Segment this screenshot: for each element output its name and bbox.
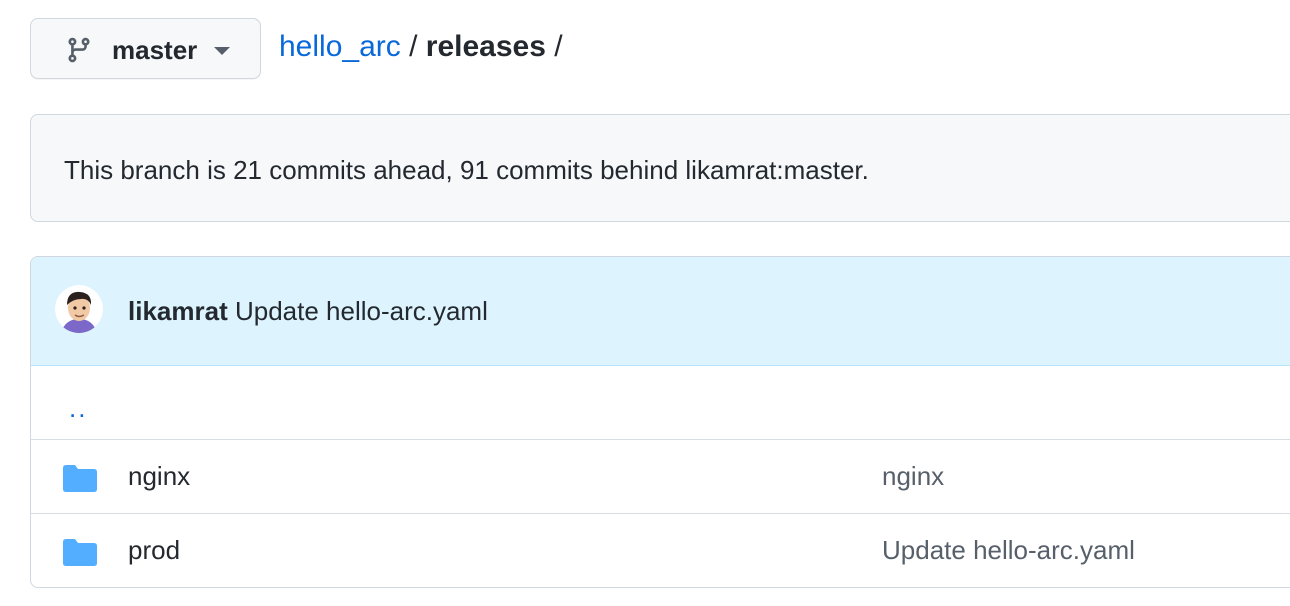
branch-selector-button[interactable]: master [30,18,261,79]
breadcrumb: hello_arc / releases / [279,30,563,64]
file-name-link[interactable]: nginx [128,461,190,492]
file-row-nginx: nginx nginx [31,439,1290,514]
latest-commit-row: likamrat Update hello-arc.yaml [31,257,1290,366]
folder-icon [63,539,97,566]
parent-directory-row: .. [31,365,1290,440]
chevron-down-icon [214,47,230,55]
file-commit-message-link[interactable]: Update hello-arc.yaml [882,535,1135,566]
breadcrumb-repo-link[interactable]: hello_arc [279,30,401,63]
branch-status-box: This branch is 21 commits ahead, 91 comm… [30,114,1290,222]
file-row-prod: prod Update hello-arc.yaml [31,513,1290,587]
branch-name: master [112,35,198,65]
file-commit-message-link[interactable]: nginx [882,461,944,492]
file-name-link[interactable]: prod [128,535,180,566]
breadcrumb-trailing-separator: / [554,30,563,63]
file-listing: likamrat Update hello-arc.yaml .. nginx … [30,256,1290,588]
latest-commit-text: likamrat Update hello-arc.yaml [128,296,488,327]
commit-author-link[interactable]: likamrat [128,296,228,326]
parent-directory-link[interactable]: .. [69,393,87,424]
breadcrumb-separator: / [409,30,418,63]
commit-message-link[interactable]: Update hello-arc.yaml [235,296,488,326]
avatar[interactable] [55,285,103,333]
git-branch-icon [68,37,90,63]
branch-status-text: This branch is 21 commits ahead, 91 comm… [64,155,869,185]
breadcrumb-current-folder: releases [425,30,546,63]
folder-icon [63,465,97,492]
